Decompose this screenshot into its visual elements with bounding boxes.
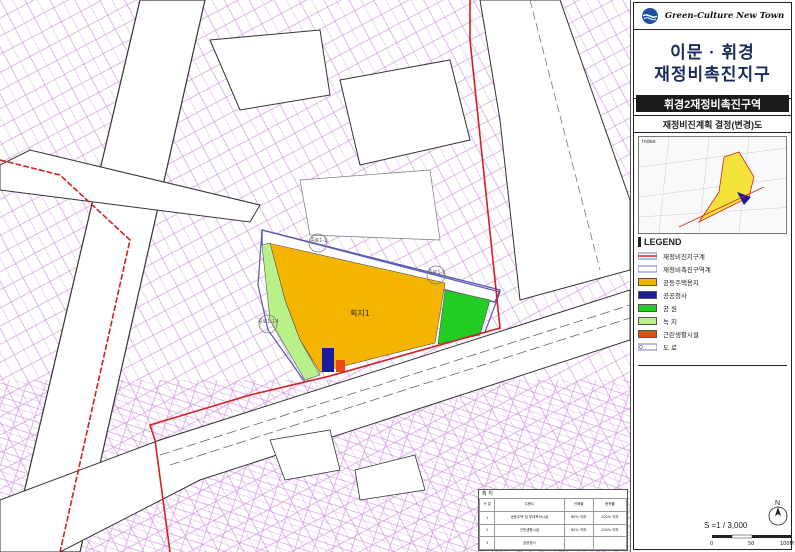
table-cell: 1 bbox=[478, 510, 496, 525]
parcel-table: 획 지 구 분 주용도 건폐율 용적률 1 공동주택 및 부대복리시설 60% … bbox=[478, 489, 628, 551]
road-label: 중로1-1 bbox=[310, 238, 327, 244]
legend-item: 재정비촉진구역계 bbox=[638, 263, 787, 275]
table-header: 구 분 bbox=[478, 498, 496, 512]
table-cell: 공동주택 및 부대복리시설 bbox=[494, 510, 565, 525]
title-panel: Green-Culture New Town 이문 · 휘경 재정비촉진지구 휘… bbox=[630, 0, 795, 552]
road-swatch bbox=[638, 343, 657, 351]
north-label: N bbox=[775, 500, 780, 507]
globe-icon bbox=[641, 8, 658, 24]
apartment-swatch bbox=[638, 278, 657, 286]
legend-item: 공 원 bbox=[638, 302, 787, 314]
green-swatch bbox=[638, 317, 657, 325]
table-header: 용적률 bbox=[592, 498, 628, 512]
commercial-swatch bbox=[638, 330, 657, 338]
index-map[interactable]: Index bbox=[638, 136, 787, 234]
table-cell: 3 bbox=[478, 536, 496, 550]
land-public-office[interactable] bbox=[322, 348, 334, 372]
legend-item: 녹 지 bbox=[638, 315, 787, 327]
legend-label: 공동주택용지 bbox=[663, 279, 699, 287]
zone-title: 휘경2재정비촉진구역 bbox=[636, 95, 789, 112]
table-cell: 공공청사 bbox=[494, 536, 565, 550]
scale-label: 100M bbox=[780, 541, 794, 547]
table-cell: 근린생활시설 bbox=[494, 523, 565, 538]
district-boundary-swatch bbox=[638, 252, 657, 260]
legend: 재정비진지구계 재정비촉진구역계 공동주택용지 공공청사 공 원 녹 지 근린생… bbox=[638, 250, 787, 354]
district-title-line2: 재정비촉진지구 bbox=[654, 65, 771, 84]
legend-title: LEGEND bbox=[638, 237, 682, 247]
scale-bar: 0 50 100M bbox=[710, 534, 794, 547]
table-cell: 60% 이하 bbox=[563, 523, 594, 538]
table-cell bbox=[563, 536, 594, 550]
scale-text: S =1 / 3,000 bbox=[704, 521, 748, 530]
scale-label: 0 bbox=[710, 541, 713, 547]
parcel-label: 획지1 bbox=[350, 309, 370, 318]
legend-label: 근린생활시설 bbox=[663, 331, 699, 339]
public-office-swatch bbox=[638, 291, 657, 299]
scale-label: 50 bbox=[748, 541, 754, 547]
table-cell: 200% 이하 bbox=[592, 523, 628, 538]
table-cell: 200% 이하 bbox=[592, 510, 628, 525]
divider bbox=[638, 365, 787, 366]
zone-boundary-swatch bbox=[638, 265, 657, 273]
legend-label: 재정비촉진구역계 bbox=[663, 266, 711, 274]
table-cell: 2 bbox=[478, 523, 496, 538]
table-header: 주용도 bbox=[494, 498, 565, 512]
table-header: 건폐율 bbox=[563, 498, 594, 512]
legend-label: 녹 지 bbox=[663, 318, 678, 326]
district-title: 이문 · 휘경 재정비촉진지구 bbox=[634, 30, 791, 99]
land-commercial[interactable] bbox=[336, 360, 345, 372]
legend-label: 도 로 bbox=[663, 344, 678, 352]
park-swatch bbox=[638, 304, 657, 312]
plan-title: 재정비진계획 결정(변경)도 bbox=[634, 115, 791, 133]
road-label: 중로1-1 bbox=[428, 270, 445, 276]
cadastral-map[interactable]: 중로1-1 중로1-1 중로1-14 bbox=[0, 0, 630, 552]
legend-item: 재정비진지구계 bbox=[638, 250, 787, 262]
panel-frame: Green-Culture New Town 이문 · 휘경 재정비촉진지구 휘… bbox=[633, 2, 794, 550]
north-arrow-icon: N bbox=[768, 500, 788, 526]
table-cell: 60% 이하 bbox=[563, 510, 594, 525]
legend-label: 공 원 bbox=[663, 305, 678, 313]
district-title-line1: 이문 · 휘경 bbox=[670, 43, 755, 62]
brand-name: Green-Culture New Town bbox=[664, 11, 785, 21]
table-title: 획 지 bbox=[482, 491, 493, 497]
legend-label: 공공청사 bbox=[663, 292, 687, 300]
index-label: Index bbox=[642, 139, 656, 145]
road-label: 중로1-14 bbox=[258, 319, 279, 325]
legend-label: 재정비진지구계 bbox=[663, 253, 705, 261]
legend-item: 공공청사 bbox=[638, 289, 787, 301]
index-map-graphic bbox=[639, 137, 786, 233]
brand-header: Green-Culture New Town bbox=[634, 3, 791, 30]
legend-item: 공동주택용지 bbox=[638, 276, 787, 288]
map-area[interactable]: 중로1-1 중로1-1 중로1-14 획지1 획 지 구 분 주용도 건폐율 용… bbox=[0, 0, 630, 552]
legend-item: 근린생활시설 bbox=[638, 328, 787, 340]
legend-item: 도 로 bbox=[638, 341, 787, 353]
table-cell bbox=[592, 536, 628, 550]
